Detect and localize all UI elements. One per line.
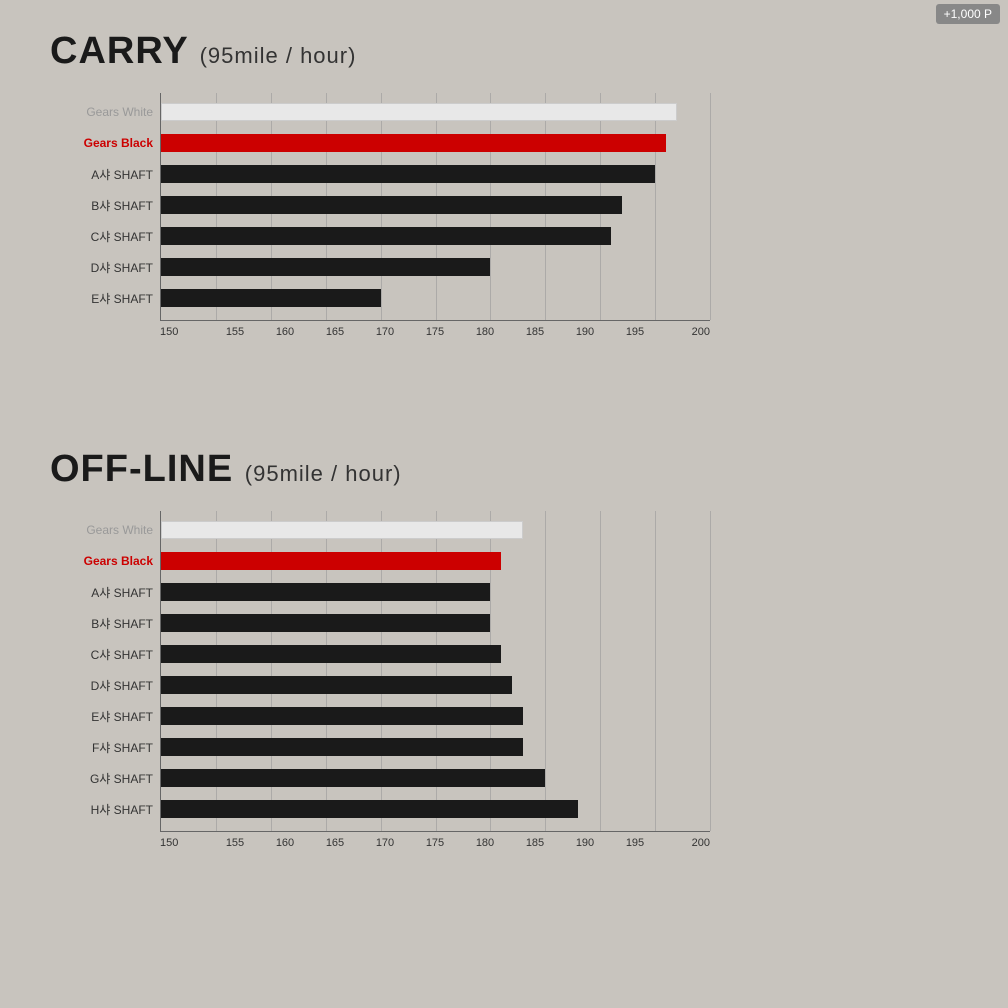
- bar-row: B샤 SHAFT: [161, 609, 710, 637]
- bar-element: [161, 289, 381, 307]
- bar-row: Gears Black: [161, 547, 710, 575]
- offline-title: OFF-LINE (95mile / hour): [50, 448, 958, 491]
- offline-x-labels: 150155160165170175180185190195200: [160, 837, 710, 849]
- bar-element: [161, 103, 677, 121]
- bar-element: [161, 521, 523, 539]
- bar-element: [161, 707, 523, 725]
- bar-label: A샤 SHAFT: [53, 166, 153, 183]
- x-axis-label: 160: [260, 837, 310, 849]
- x-axis-label: 155: [210, 837, 260, 849]
- bar-label: A샤 SHAFT: [53, 584, 153, 601]
- bar-row: E샤 SHAFT: [161, 702, 710, 730]
- bar-row: Gears White: [161, 516, 710, 544]
- bar-label: E샤 SHAFT: [53, 290, 153, 307]
- bar-label: B샤 SHAFT: [53, 197, 153, 214]
- bar-row: A샤 SHAFT: [161, 160, 710, 188]
- carry-section: CARRY (95mile / hour) Gears White Gears B…: [0, 0, 1008, 358]
- bar-row: C샤 SHAFT: [161, 640, 710, 668]
- bar-row: F샤 SHAFT: [161, 733, 710, 761]
- bar-label: B샤 SHAFT: [53, 615, 153, 632]
- x-axis-label: 155: [210, 326, 260, 338]
- bar-element: [161, 227, 611, 245]
- offline-chart-area: Gears White Gears Black A샤 SHAFT B샤 SHAFT C샤…: [160, 511, 710, 832]
- bar-element: [161, 196, 622, 214]
- x-axis-label: 170: [360, 837, 410, 849]
- x-axis-label: 180: [460, 837, 510, 849]
- carry-chart: Gears White Gears Black A샤 SHAFT B샤 SHAFT C샤…: [160, 93, 928, 338]
- x-axis-label: 190: [560, 326, 610, 338]
- carry-title: CARRY (95mile / hour): [50, 30, 958, 73]
- bar-row: Gears Black: [161, 129, 710, 157]
- bar-element: [161, 552, 501, 570]
- bar-element: [161, 134, 666, 152]
- bar-label: Gears White: [53, 105, 153, 119]
- grid-line: [710, 93, 711, 320]
- x-axis-label: 185: [510, 837, 560, 849]
- bar-label: Gears Black: [53, 554, 153, 568]
- x-axis-label: 195: [610, 326, 660, 338]
- grid-line: [710, 511, 711, 831]
- bar-row: D샤 SHAFT: [161, 671, 710, 699]
- x-axis-label: 200: [660, 837, 710, 849]
- x-axis-label: 165: [310, 326, 360, 338]
- bar-row: B샤 SHAFT: [161, 191, 710, 219]
- x-axis-label: 185: [510, 326, 560, 338]
- bar-label: D샤 SHAFT: [53, 259, 153, 276]
- x-axis-label: 160: [260, 326, 310, 338]
- bar-label: D샤 SHAFT: [53, 677, 153, 694]
- x-axis-label: 150: [160, 837, 210, 849]
- bar-label: C샤 SHAFT: [53, 646, 153, 663]
- bar-element: [161, 738, 523, 756]
- bar-element: [161, 676, 512, 694]
- bar-label: E샤 SHAFT: [53, 708, 153, 725]
- x-axis-label: 175: [410, 837, 460, 849]
- offline-section: OFF-LINE (95mile / hour) Gears WhiteGear…: [0, 418, 1008, 869]
- bar-label: F샤 SHAFT: [53, 739, 153, 756]
- bar-row: G샤 SHAFT: [161, 764, 710, 792]
- bar-element: [161, 769, 545, 787]
- bar-label: Gears Black: [53, 136, 153, 150]
- x-axis-label: 195: [610, 837, 660, 849]
- offline-chart: Gears White Gears Black A샤 SHAFT B샤 SHAFT C샤…: [160, 511, 928, 849]
- x-axis-label: 165: [310, 837, 360, 849]
- bar-row: Gears White: [161, 98, 710, 126]
- bar-label: C샤 SHAFT: [53, 228, 153, 245]
- bar-label: H샤 SHAFT: [53, 801, 153, 818]
- bar-element: [161, 800, 578, 818]
- bar-element: [161, 165, 655, 183]
- bar-label: G샤 SHAFT: [53, 770, 153, 787]
- top-badge: +1,000 P: [936, 4, 1000, 24]
- bar-row: H샤 SHAFT: [161, 795, 710, 823]
- bar-row: D샤 SHAFT: [161, 253, 710, 281]
- x-axis-label: 200: [660, 326, 710, 338]
- bar-label: Gears White: [53, 523, 153, 537]
- x-axis-label: 175: [410, 326, 460, 338]
- bar-element: [161, 583, 490, 601]
- x-axis-label: 150: [160, 326, 210, 338]
- bar-element: [161, 258, 490, 276]
- bar-row: A샤 SHAFT: [161, 578, 710, 606]
- bar-row: E샤 SHAFT: [161, 284, 710, 312]
- carry-x-labels: 150155160165170175180185190195200: [160, 326, 710, 338]
- bar-element: [161, 614, 490, 632]
- x-axis-label: 180: [460, 326, 510, 338]
- x-axis-label: 190: [560, 837, 610, 849]
- x-axis-label: 170: [360, 326, 410, 338]
- carry-chart-area: Gears White Gears Black A샤 SHAFT B샤 SHAFT C샤…: [160, 93, 710, 321]
- bar-row: C샤 SHAFT: [161, 222, 710, 250]
- bar-element: [161, 645, 501, 663]
